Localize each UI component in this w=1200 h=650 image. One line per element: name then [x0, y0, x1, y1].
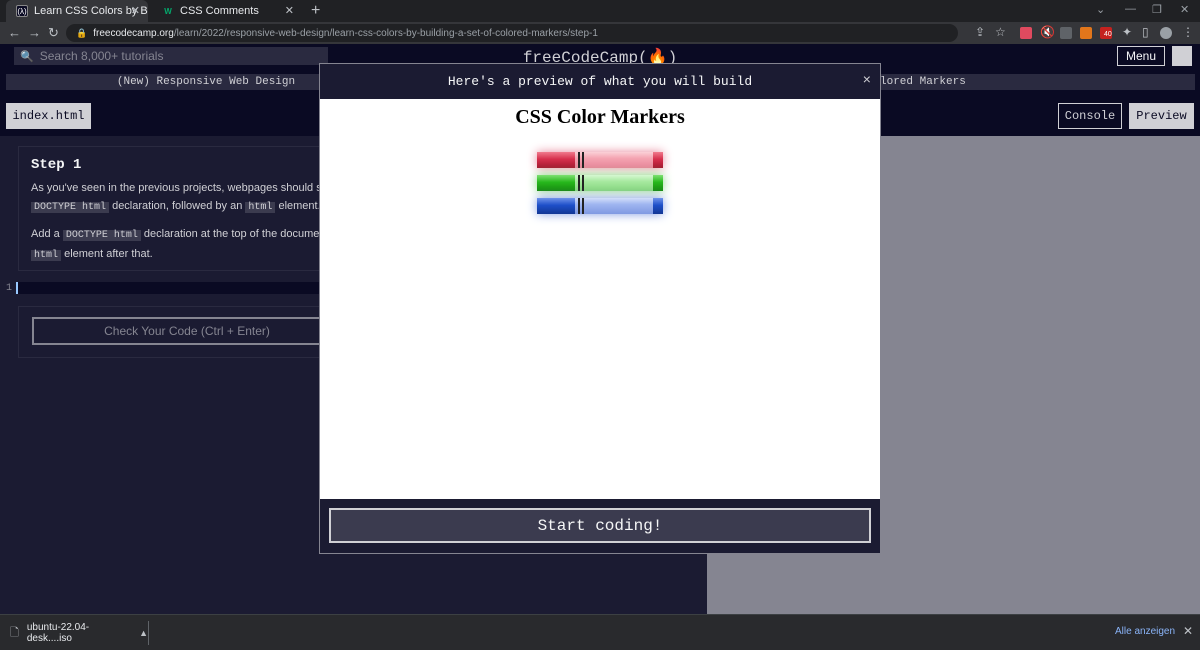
browser-tab-fcc[interactable]: (λ) Learn CSS Colors by Building a S ✕: [6, 0, 148, 22]
instruction-text: declaration, followed by an: [109, 200, 246, 212]
step-title: Step 1: [31, 157, 82, 173]
extension-icon[interactable]: [1060, 27, 1072, 39]
modal-footer: Start coding!: [320, 499, 880, 553]
red-marker: [537, 152, 663, 168]
inline-code: DOCTYPE html: [31, 202, 110, 213]
freecodecamp-icon: (λ): [16, 5, 28, 17]
chevron-down-icon[interactable]: ⌄: [1096, 3, 1105, 16]
forward-arrow-icon[interactable]: →: [28, 25, 41, 40]
instruction-paragraph-1: As you've seen in the previous projects,…: [31, 179, 345, 217]
green-marker: [537, 175, 663, 191]
browser-tab-w3schools[interactable]: W CSS Comments ✕: [152, 0, 302, 22]
back-arrow-icon[interactable]: ←: [8, 25, 21, 40]
chevron-up-icon[interactable]: ▲: [139, 628, 148, 638]
instruction-text: As you've seen in the previous projects,…: [31, 182, 325, 194]
browser-tab-title: CSS Comments: [180, 5, 259, 17]
mute-icon[interactable]: 🔇: [1040, 25, 1055, 39]
marker-cap: [537, 175, 575, 191]
url-path: /learn/2022/responsive-web-design/learn-…: [173, 27, 598, 39]
marker-sleeve: [578, 198, 584, 214]
instruction-text: element.: [275, 200, 321, 212]
markers-container: [537, 152, 663, 214]
code-editor-line[interactable]: [16, 282, 356, 294]
menu-button[interactable]: Menu: [1117, 46, 1165, 66]
marker-tip: [653, 152, 663, 168]
sidebar-icon[interactable]: ▯: [1142, 25, 1149, 39]
w3schools-icon: W: [164, 6, 172, 16]
browser-tab-strip: (λ) Learn CSS Colors by Building a S ✕ W…: [0, 0, 1200, 22]
download-filename: ubuntu-22.04-desk....iso: [26, 622, 90, 644]
divider: [148, 621, 149, 645]
download-item[interactable]: 🗋 ubuntu-22.04-desk....iso ▲: [10, 622, 148, 644]
modal-title: Here's a preview of what you will build: [447, 74, 753, 89]
url-host: freecodecamp.org: [93, 27, 174, 39]
marker-sleeve: [578, 175, 584, 191]
lock-icon: 🔒: [76, 27, 88, 38]
marker-cap: [537, 198, 575, 214]
extension-badge: 40: [1104, 31, 1112, 38]
puzzle-icon[interactable]: ✦: [1122, 25, 1132, 39]
close-icon[interactable]: ✕: [285, 4, 294, 17]
instruction-text: Add a: [31, 228, 63, 240]
kebab-menu-icon[interactable]: ⋮: [1182, 25, 1194, 39]
inline-code: html: [31, 250, 62, 261]
inline-code: html: [245, 202, 276, 213]
file-icon: 🗋: [10, 626, 19, 639]
preview-heading: CSS Color Markers: [515, 106, 685, 128]
avatar[interactable]: [1172, 46, 1192, 66]
close-icon[interactable]: ×: [863, 73, 871, 89]
restore-icon[interactable]: ❐: [1152, 3, 1162, 16]
new-tab-button[interactable]: +: [311, 2, 320, 20]
preview-button[interactable]: Preview: [1129, 103, 1194, 129]
instruction-text: element after that.: [61, 248, 153, 260]
check-code-card: Check Your Code (Ctrl + Enter): [18, 306, 358, 358]
reload-icon[interactable]: ↻: [48, 25, 59, 41]
tab-index-html[interactable]: index.html: [6, 103, 91, 129]
extension-icon[interactable]: [1020, 27, 1032, 39]
line-number: 1: [6, 283, 13, 294]
instruction-paragraph-2: Add a DOCTYPE html declaration at the to…: [31, 225, 345, 265]
close-icon[interactable]: ✕: [1183, 624, 1193, 638]
instructions-card: Step 1 As you've seen in the previous pr…: [18, 146, 358, 271]
marker-cap: [537, 152, 575, 168]
show-all-downloads-link[interactable]: Alle anzeigen: [1115, 626, 1175, 637]
download-bar: 🗋 ubuntu-22.04-desk....iso ▲ Alle anzeig…: [0, 614, 1200, 650]
bookmark-star-icon[interactable]: ☆: [995, 25, 1006, 39]
marker-tip: [653, 175, 663, 191]
modal-header: Here's a preview of what you will build …: [320, 64, 880, 99]
check-code-button[interactable]: Check Your Code (Ctrl + Enter): [32, 317, 342, 345]
close-icon[interactable]: ✕: [131, 4, 140, 17]
marker-sleeve: [578, 152, 584, 168]
marker-tip: [653, 198, 663, 214]
preview-modal: Here's a preview of what you will build …: [319, 63, 881, 554]
address-bar[interactable]: 🔒 freecodecamp.org /learn/2022/responsiv…: [66, 24, 958, 42]
console-button[interactable]: Console: [1058, 103, 1122, 129]
minimize-icon[interactable]: —: [1125, 3, 1136, 15]
inline-code: DOCTYPE html: [62, 230, 141, 241]
metamask-icon[interactable]: [1080, 27, 1092, 39]
share-icon[interactable]: ⇪: [975, 25, 985, 39]
start-coding-button[interactable]: Start coding!: [329, 508, 871, 543]
blue-marker: [537, 198, 663, 214]
browser-toolbar: ← → ↻ 🔒 freecodecamp.org /learn/2022/res…: [0, 22, 1200, 44]
instruction-text: declaration at the top of the docume: [140, 228, 320, 240]
window-close-icon[interactable]: ✕: [1180, 3, 1189, 16]
profile-icon[interactable]: [1160, 27, 1172, 39]
